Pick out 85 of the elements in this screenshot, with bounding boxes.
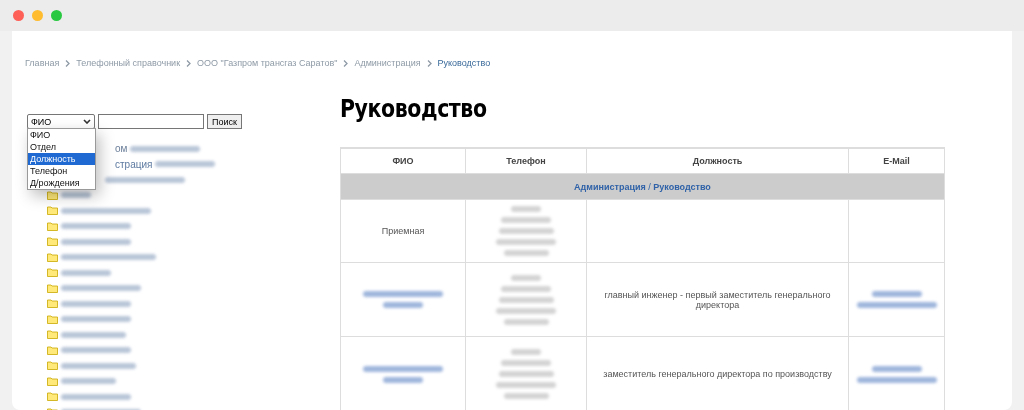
blurred-text [130,145,201,152]
column-header: ФИО [340,148,466,174]
blurred-text [498,296,554,303]
dropdown-option[interactable]: Отдел [28,141,95,153]
blurred-text [501,360,551,366]
folder-icon [47,314,58,324]
breadcrumb-link[interactable]: ООО "Газпром трансгаз Саратов" [197,58,338,68]
table-cell: заместитель генерального директора по производству [603,369,832,379]
folder-icon [47,392,58,402]
folder-icon [47,268,58,278]
tree-item-label[interactable]: ом [115,143,128,155]
department-link[interactable]: Администрация [574,181,646,192]
blurred-text [155,161,216,168]
blurred-text[interactable] [61,223,131,230]
chevron-icon [65,59,71,67]
blurred-text [496,239,556,245]
folder-icon [47,252,58,262]
blurred-text [501,285,551,292]
dropdown-option[interactable]: Телефон [28,165,95,177]
folder-icon [47,237,58,247]
blurred-link[interactable] [856,302,937,308]
blurred-link[interactable] [363,291,443,297]
blurred-text[interactable] [61,362,136,369]
chevron-icon [343,59,349,67]
page-title: Руководство [340,94,488,125]
blurred-link[interactable] [871,365,922,372]
folder-icon [47,206,58,216]
blurred-text [503,250,549,256]
blurred-text[interactable] [61,269,111,276]
maximize-icon[interactable] [51,10,62,21]
blurred-text[interactable] [61,254,156,261]
column-header: E-Mail [848,148,945,174]
section-link[interactable]: Руководство [653,181,711,192]
folder-icon [47,330,58,340]
separator-text: / [648,181,651,192]
table-cell: Приемная [381,226,425,236]
dropdown-option[interactable]: Должность [28,153,95,165]
blurred-text [511,206,541,212]
folder-icon [47,283,58,293]
blurred-text[interactable] [61,316,131,323]
folder-icon [47,299,58,309]
blurred-text[interactable] [61,192,91,199]
blurred-text[interactable] [61,207,151,214]
blurred-link[interactable] [363,365,443,372]
close-icon[interactable] [13,10,24,21]
dropdown-option[interactable]: Д/рождения [28,177,95,189]
dropdown-option[interactable]: ФИО [28,129,95,141]
blurred-text[interactable] [61,238,131,245]
caret-icon [83,119,91,124]
breadcrumb-link[interactable]: Руководство [437,58,491,68]
blurred-text[interactable] [61,285,141,292]
blurred-text[interactable] [61,393,131,400]
blurred-link[interactable] [383,302,423,308]
blurred-text [501,217,551,223]
blurred-text [496,307,556,314]
blurred-text[interactable] [61,378,116,385]
blurred-text [498,228,554,234]
blurred-text [503,393,549,399]
folder-icon [47,376,58,386]
blurred-text [496,382,556,388]
breadcrumb-link[interactable]: Администрация [354,58,421,68]
breadcrumb-link[interactable]: Телефонный справочник [76,58,181,68]
blurred-link[interactable] [871,291,922,297]
column-header: Телефон [465,148,587,174]
chevron-icon [186,59,192,67]
breadcrumb-link[interactable]: Главная [25,58,60,68]
blurred-text[interactable] [61,347,131,354]
blurred-link[interactable] [383,376,423,383]
tree-item-label[interactable]: страция [115,158,153,170]
search-button[interactable]: Поиск [207,114,242,129]
column-header: Должность [586,148,849,174]
blurred-text [511,349,541,355]
folder-icon [47,221,58,231]
blurred-text [498,371,554,377]
blurred-text [503,318,549,325]
table-cell: главный инженер - первый заместитель генерального директора [604,289,831,310]
search-field[interactable] [98,114,204,129]
chevron-icon [426,59,432,67]
blurred-link[interactable] [856,376,937,383]
blurred-text [511,274,541,281]
blurred-text[interactable] [61,331,126,338]
minimize-icon[interactable] [32,10,43,21]
blurred-text[interactable] [61,300,131,307]
folder-icon [47,345,58,355]
folder-icon [47,361,58,371]
